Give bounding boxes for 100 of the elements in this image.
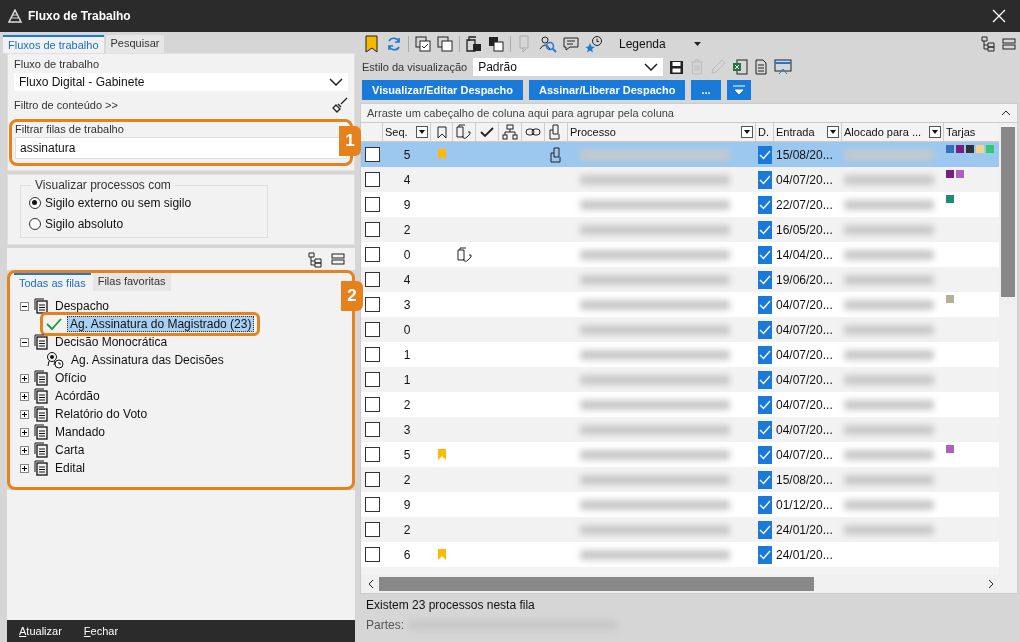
chevron-up-icon[interactable] bbox=[1001, 110, 1011, 116]
action-button[interactable]: Assinar/Liberar Despacho bbox=[529, 80, 686, 100]
scroll-right-icon[interactable] bbox=[987, 579, 995, 589]
star-clock-icon[interactable] bbox=[585, 35, 603, 53]
copy-icon[interactable] bbox=[437, 36, 453, 52]
checkbox[interactable] bbox=[758, 370, 772, 389]
row-checkbox[interactable] bbox=[364, 547, 380, 562]
column-header[interactable]: Entrada bbox=[776, 126, 815, 138]
radio-option[interactable]: Sigilo absoluto bbox=[29, 217, 259, 231]
brush-icon[interactable] bbox=[332, 97, 348, 113]
row-checkbox[interactable] bbox=[364, 247, 380, 262]
tab[interactable]: Fluxos de trabalho bbox=[3, 35, 104, 53]
row-checkbox[interactable] bbox=[364, 522, 380, 537]
save-copy-icon[interactable] bbox=[488, 36, 504, 52]
column-header[interactable]: Tarjas bbox=[946, 126, 976, 138]
checkbox[interactable] bbox=[758, 170, 772, 189]
filter-dropdown-icon[interactable] bbox=[741, 126, 753, 138]
checkbox[interactable] bbox=[758, 495, 772, 514]
spreadsheet-icon[interactable] bbox=[732, 59, 749, 75]
table-row[interactable]: 9 01/12/20... bbox=[361, 492, 999, 517]
row-checkbox[interactable] bbox=[364, 472, 380, 487]
tree-item[interactable]: Acórdão bbox=[53, 389, 102, 403]
radio-option[interactable]: Sigilo externo ou sem sigilo bbox=[29, 196, 259, 210]
paste-save-icon[interactable] bbox=[466, 36, 482, 52]
checkbox[interactable] bbox=[758, 195, 772, 214]
column-header[interactable]: Alocado para ... bbox=[844, 126, 922, 138]
tree-item[interactable]: Carta bbox=[53, 443, 87, 457]
content-filter-link[interactable]: Filtro de conteúdo >> bbox=[14, 99, 118, 111]
tree-icon[interactable] bbox=[307, 252, 323, 268]
checkbox[interactable] bbox=[758, 295, 772, 314]
table-row[interactable]: 3 04/07/20... bbox=[361, 292, 999, 317]
hierarchy-icon[interactable] bbox=[502, 124, 518, 140]
legend-dropdown[interactable]: Legenda bbox=[619, 37, 666, 51]
selected-table-row[interactable]: 5 15/08/20... bbox=[361, 142, 999, 167]
row-checkbox[interactable] bbox=[364, 172, 380, 187]
row-checkbox[interactable] bbox=[364, 197, 380, 212]
table-row[interactable]: 1 04/07/20... bbox=[361, 342, 999, 367]
workflow-dropdown[interactable]: Fluxo Digital - Gabinete bbox=[14, 73, 348, 91]
row-checkbox[interactable] bbox=[364, 447, 380, 462]
checkbox[interactable] bbox=[758, 220, 772, 239]
checkbox[interactable] bbox=[758, 420, 772, 439]
row-checkbox[interactable] bbox=[364, 222, 380, 237]
tree-item[interactable]: Ag. Assinatura das Decisões bbox=[69, 353, 226, 367]
expander-icon[interactable] bbox=[20, 301, 29, 311]
expander-icon[interactable] bbox=[20, 373, 29, 383]
expander-icon[interactable] bbox=[20, 463, 29, 473]
caret-icon[interactable] bbox=[693, 42, 701, 46]
checkmark-icon[interactable] bbox=[480, 126, 494, 138]
refresh-icon[interactable] bbox=[386, 36, 402, 52]
row-checkbox[interactable] bbox=[364, 347, 380, 362]
row-checkbox[interactable] bbox=[364, 322, 380, 337]
checkbox[interactable] bbox=[758, 545, 772, 564]
tab[interactable]: Pesquisar bbox=[105, 35, 165, 53]
comment-icon[interactable] bbox=[563, 36, 579, 52]
tree-icon[interactable] bbox=[980, 36, 996, 52]
checkbox[interactable] bbox=[758, 145, 772, 164]
footer-button[interactable]: Atualizar bbox=[19, 625, 62, 637]
row-checkbox[interactable] bbox=[364, 397, 380, 412]
search-person-icon[interactable] bbox=[539, 35, 557, 53]
tree-item[interactable]: Mandado bbox=[53, 425, 108, 439]
expander-icon[interactable] bbox=[20, 427, 29, 437]
tree-item[interactable]: Despacho bbox=[53, 299, 112, 313]
scroll-left-icon[interactable] bbox=[367, 579, 375, 589]
checkbox[interactable] bbox=[758, 245, 772, 264]
tree-item[interactable]: Decisão Monocrática bbox=[53, 335, 170, 349]
document-icon[interactable] bbox=[549, 124, 563, 140]
window-export-icon[interactable] bbox=[774, 59, 793, 75]
row-checkbox[interactable] bbox=[364, 497, 380, 512]
row-checkbox[interactable] bbox=[364, 372, 380, 387]
checklist-icon[interactable] bbox=[415, 36, 431, 52]
expander-icon[interactable] bbox=[20, 445, 29, 455]
table-row[interactable]: 5 04/07/20... bbox=[361, 442, 999, 467]
tree-item[interactable]: Edital bbox=[53, 461, 88, 475]
table-row[interactable]: 6 24/01/20... bbox=[361, 542, 999, 567]
filter-dropdown-icon[interactable] bbox=[827, 126, 839, 138]
checkbox[interactable] bbox=[758, 395, 772, 414]
row-checkbox[interactable] bbox=[364, 422, 380, 437]
tab[interactable]: Filas favoritas bbox=[92, 273, 171, 291]
close-icon[interactable] bbox=[992, 9, 1006, 23]
save-icon[interactable] bbox=[669, 59, 685, 75]
row-checkbox[interactable] bbox=[364, 272, 380, 287]
checkbox[interactable] bbox=[758, 345, 772, 364]
queue-filter-field[interactable]: assinatura bbox=[15, 137, 347, 159]
document-icon[interactable] bbox=[754, 59, 769, 75]
collapse-icon[interactable] bbox=[331, 252, 345, 266]
expander-icon[interactable] bbox=[20, 391, 29, 401]
table-row[interactable]: 9 22/07/20... bbox=[361, 192, 999, 217]
checkbox[interactable] bbox=[758, 520, 772, 539]
column-header[interactable]: Seq. bbox=[385, 126, 408, 138]
checkbox[interactable] bbox=[758, 470, 772, 489]
tree-item[interactable]: Relatório do Voto bbox=[53, 407, 150, 421]
action-button[interactable]: Visualizar/Editar Despacho bbox=[362, 80, 524, 100]
collapse-icon[interactable] bbox=[1002, 37, 1016, 51]
view-style-dropdown[interactable]: Padrão bbox=[473, 58, 664, 76]
row-checkbox[interactable] bbox=[364, 147, 380, 162]
filter-button[interactable] bbox=[726, 80, 751, 100]
column-header[interactable]: D. bbox=[758, 126, 769, 138]
filter-dropdown-icon[interactable] bbox=[416, 126, 428, 138]
checkbox[interactable] bbox=[758, 320, 772, 339]
filter-dropdown-icon[interactable] bbox=[929, 126, 941, 138]
